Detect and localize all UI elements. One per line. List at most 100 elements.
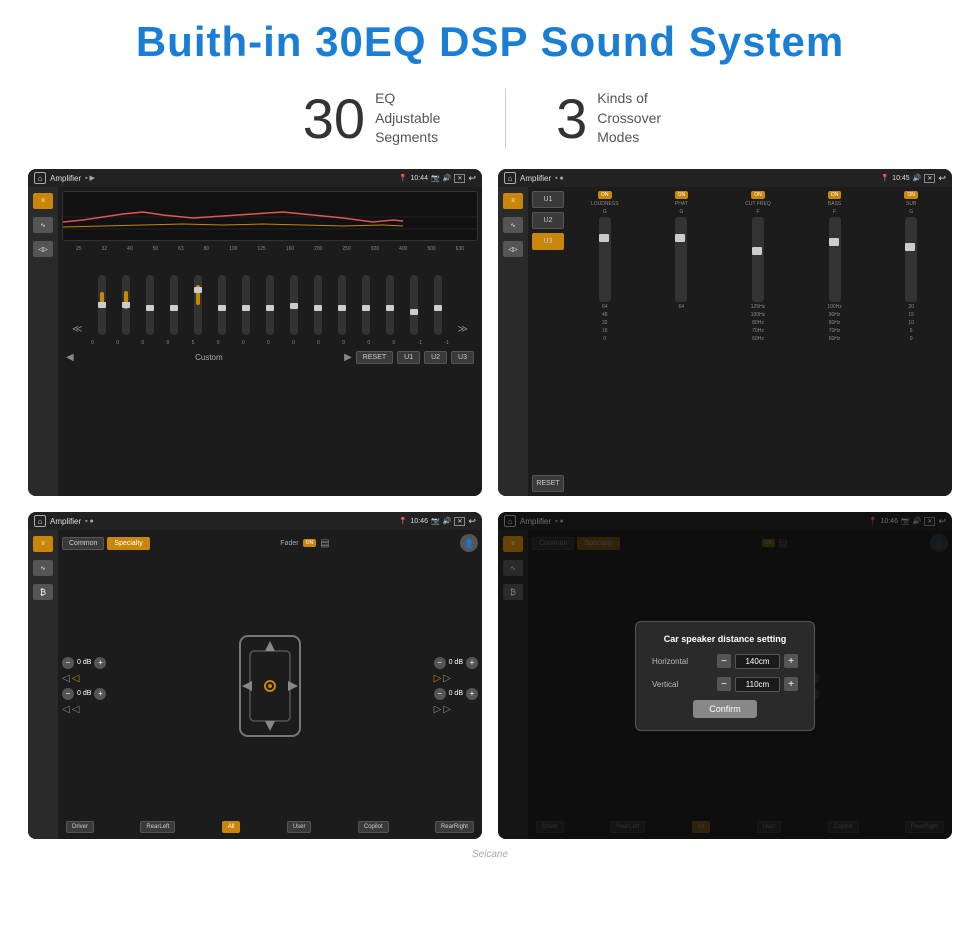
plus-rl[interactable]: + [94,688,106,700]
preset-u1[interactable]: U1 [532,191,564,208]
screen-content-2: ≡ ∿ ◁▷ U1 U2 U3 RESET [498,187,952,496]
plus-fl[interactable]: + [94,657,106,669]
all-btn-3[interactable]: All [222,821,241,833]
top-controls-3: Common Specialty Fader ON ▤ 👤 [62,534,478,552]
eq-slider-4[interactable] [170,275,178,335]
horizontal-label: Horizontal [652,657,688,666]
minus-rl[interactable]: − [62,688,74,700]
plus-rr[interactable]: + [466,688,478,700]
eq-slider-14[interactable] [410,275,418,335]
u2-btn-1[interactable]: U2 [424,351,447,364]
time-1: 10:44 [410,175,428,182]
minus-rr[interactable]: − [434,688,446,700]
sidebar-bt-icon-3[interactable]: ₿ [33,584,53,600]
preset-u2[interactable]: U2 [532,212,564,229]
home-icon-2[interactable]: ⌂ [504,172,516,184]
loudness-slider[interactable] [599,217,611,302]
loudness-toggle[interactable]: ON [598,191,612,199]
rearleft-btn-3[interactable]: RearLeft [140,821,175,833]
eq-slider-7[interactable] [242,275,250,335]
minus-fr[interactable]: − [434,657,446,669]
play-icons-1: ▪ ▶ [85,174,95,182]
sub-toggle[interactable]: ON [904,191,918,199]
sub-label: SUB [906,201,916,207]
home-icon-3[interactable]: ⌂ [34,515,46,527]
horizontal-plus[interactable]: + [784,654,798,668]
camera-icon-3: 📷 [431,517,440,525]
sidebar-1: ≡ ∿ ◁▷ [28,187,58,496]
sidebar-wave-icon-2[interactable]: ∿ [503,217,523,233]
horizontal-minus[interactable]: − [717,654,731,668]
db-control-rl: − 0 dB + [62,688,106,700]
sub-slider[interactable] [905,217,917,302]
sidebar-vol-icon-2[interactable]: ◁▷ [503,241,523,257]
next-icon[interactable]: ▶ [344,352,352,363]
time-3: 10:46 [410,518,428,525]
vertical-plus[interactable]: + [784,677,798,691]
eq-slider-13[interactable] [386,275,394,335]
user-btn-3[interactable]: User [287,821,312,833]
tab-common-3[interactable]: Common [62,537,104,550]
sidebar-eq-icon-2[interactable]: ≡ [503,193,523,209]
eq-slider-15[interactable] [434,275,442,335]
phat-slider[interactable] [675,217,687,302]
driver-btn-3[interactable]: Driver [66,821,94,833]
reset-btn-1[interactable]: RESET [356,351,393,364]
eq-slider-10[interactable] [314,275,322,335]
eq-slider-12[interactable] [362,275,370,335]
sidebar-wave-icon[interactable]: ∿ [33,217,53,233]
bass-label: BASS [828,201,841,207]
collapse-icon[interactable]: ≫ [457,324,467,335]
plus-fr[interactable]: + [466,657,478,669]
phat-toggle[interactable]: ON [675,191,689,199]
db-control-rr: − 0 dB + [434,688,478,700]
speaker-icon-fl-l: ◁ [62,673,70,684]
eq-slider-2[interactable] [122,275,130,335]
u1-btn-1[interactable]: U1 [397,351,420,364]
status-bar-1: ⌂ Amplifier ▪ ▶ 📍 10:44 📷 🔊 ✕ ↩ [28,169,482,187]
eq-slider-11[interactable] [338,275,346,335]
eq-slider-8[interactable] [266,275,274,335]
confirm-button[interactable]: Confirm [693,700,757,718]
rearright-btn-3[interactable]: RearRight [435,821,474,833]
expand-icon[interactable]: ≪ [72,324,82,335]
bass-toggle[interactable]: ON [828,191,842,199]
prev-icon[interactable]: ◀ [66,352,74,363]
sidebar-wave-icon-3[interactable]: ∿ [33,560,53,576]
status-bar-right-2: 📍 10:45 🔊 ✕ ↩ [880,173,946,184]
eq-slider-9[interactable] [290,275,298,335]
sidebar-eq-icon[interactable]: ≡ [33,193,53,209]
dialog-vertical-row: Vertical − 110cm + [652,677,798,692]
play-icons-2: ▪ ● [555,175,564,182]
tab-specialty-3[interactable]: Specialty [107,537,149,550]
eq-slider-6[interactable] [218,275,226,335]
fader-bars-icon: ▤ [320,538,329,549]
crossover-channels: ON LOUDNESS G 64 48 32 16 0 [568,191,948,492]
sidebar-eq-icon-3[interactable]: ≡ [33,536,53,552]
sidebar-vol-icon[interactable]: ◁▷ [33,241,53,257]
crossover-container: U1 U2 U3 RESET ON LOUDNESS G [532,191,948,492]
speaker-fr: ▷ ▷ [434,673,478,684]
bass-slider[interactable] [829,217,841,302]
cutfreq-toggle[interactable]: ON [751,191,765,199]
sub-g: G [909,209,913,215]
home-icon-1[interactable]: ⌂ [34,172,46,184]
minus-fl[interactable]: − [62,657,74,669]
eq-slider-3[interactable] [146,275,154,335]
vertical-minus[interactable]: − [717,677,731,691]
preset-u3[interactable]: U3 [532,233,564,250]
db-control-fl: − 0 dB + [62,657,106,669]
left-controls: − 0 dB + ◁ ◁ − 0 dB + [62,657,106,715]
eq-slider-5[interactable] [194,275,202,335]
copilot-btn-3[interactable]: Copilot [358,821,389,833]
fader-on-3[interactable]: ON [303,539,317,547]
reset-btn-2[interactable]: RESET [532,475,564,492]
crossover-presets: U1 U2 U3 RESET [532,191,564,492]
eq-slider-1[interactable] [98,275,106,335]
speaker-layout: − 0 dB + ◁ ◁ − 0 dB + [62,555,478,816]
u3-btn-1[interactable]: U3 [451,351,474,364]
eq-stat: 30 EQ Adjustable Segments [253,86,505,151]
cutfreq-slider[interactable] [752,217,764,302]
profile-icon-3[interactable]: 👤 [460,534,478,552]
vertical-label: Vertical [652,680,678,689]
